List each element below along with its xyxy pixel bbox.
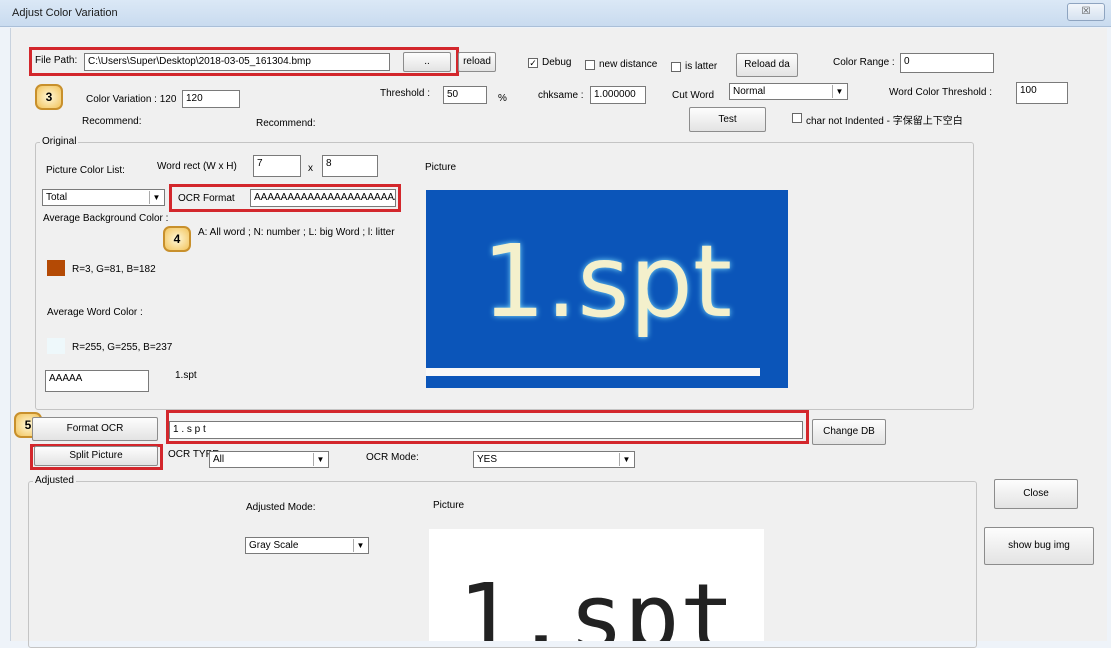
adjusted-picture-label: Picture [433,500,465,511]
avg-bg-color-label: Average Background Color : [43,213,169,224]
adjusted-mode-combo[interactable]: Gray Scale ▼ [245,537,369,554]
threshold-input[interactable]: 50 [443,86,487,104]
color-variation-label: Color Variation : 120 [86,94,177,105]
debug-checkbox[interactable]: ✓ [528,58,538,68]
word-color-threshold-input[interactable]: 100 [1016,82,1068,104]
split-picture-button[interactable]: Split Picture [34,446,158,466]
x-label: x [308,163,313,174]
result-text: 1.spt [175,370,197,381]
color-range-input[interactable]: 0 [900,53,994,73]
picture-color-list-combo[interactable]: Total ▼ [42,189,165,206]
window-close-icon[interactable]: ☒ [1067,3,1105,21]
bg-color-swatch [47,260,65,276]
is-latter-label: is latter [685,61,718,72]
word-rect-label: Word rect (W x H) [157,161,237,172]
original-picture-text: 1.spt [481,223,733,340]
bg-rgb-text: R=3, G=81, B=182 [72,264,156,275]
ocr-format-hint: A: All word ; N: number ; L: big Word ; … [198,227,395,238]
recommend-label-1: Recommend: [82,116,142,127]
total-value: Total [46,192,68,203]
format-ocr-button[interactable]: Format OCR [32,417,158,441]
word-rect-w-input[interactable]: 7 [253,155,301,177]
new-distance-checkbox[interactable] [585,60,595,70]
word-rect-h-input[interactable]: 8 [322,155,378,177]
word-color-swatch [47,338,65,354]
reload-button[interactable]: reload [458,52,496,72]
close-button[interactable]: Close [994,479,1078,509]
cut-word-combo[interactable]: Normal ▼ [729,83,848,100]
picture-color-list-label: Picture Color List: [46,165,125,176]
is-latter-checkbox[interactable] [671,62,681,72]
char-not-indented-label: char not Indented - 字保留上下空白 [806,116,963,127]
badge-4: 4 [163,226,191,252]
color-variation-input[interactable]: 120 [182,90,240,108]
ocr-mode-value: YES [477,454,498,465]
avg-word-color-label: Average Word Color : [47,307,143,318]
aaaaa-input[interactable]: AAAAA [45,370,149,392]
debug-label: Debug [542,57,572,68]
original-group-label: Original [40,136,79,147]
cut-word-label: Cut Word [672,90,715,101]
color-range-label: Color Range : [833,57,895,68]
ocr-mode-label: OCR Mode: [366,452,419,463]
chevron-down-icon[interactable]: ▼ [313,453,327,466]
threshold-label: Threshold : [380,88,431,99]
ocr-type-combo[interactable]: All ▼ [209,451,329,468]
word-color-threshold-label: Word Color Threshold : [889,87,993,98]
adjusted-group-label: Adjusted [33,475,76,486]
ocr-format-input[interactable]: AAAAAAAAAAAAAAAAAAAAAA [250,189,396,207]
ocr-result-input[interactable]: 1 . s p t [169,421,803,439]
window-title: Adjust Color Variation [12,7,118,19]
percent-label: % [498,93,507,104]
adjusted-mode-label: Adjusted Mode: [246,502,316,513]
test-button[interactable]: Test [689,107,766,132]
new-distance-label: new distance [599,59,658,70]
adjusted-mode-value: Gray Scale [249,540,299,551]
original-picture-label: Picture [425,162,457,173]
cut-word-value: Normal [733,86,766,97]
show-bug-img-button[interactable]: show bug img [984,527,1094,565]
recommend-label-2: Recommend: [256,118,316,129]
change-db-button[interactable]: Change DB [812,419,886,445]
adjusted-picture: 1.spt [429,529,764,641]
highlight-file-path [29,47,459,76]
chksame-label: chksame : [538,90,584,101]
ocr-mode-combo[interactable]: YES ▼ [473,451,635,468]
char-not-indented-checkbox[interactable] [792,113,802,123]
reload-da-button[interactable]: Reload da [736,53,798,77]
chevron-down-icon[interactable]: ▼ [619,453,633,466]
word-rgb-text: R=255, G=255, B=237 [72,342,173,353]
chevron-down-icon[interactable]: ▼ [832,85,846,98]
ocr-format-label: OCR Format [178,193,235,204]
original-picture: 1.spt [426,190,788,388]
ocr-type-value: All [213,454,225,465]
adjusted-picture-text: 1.spt [458,564,735,641]
chksame-input[interactable]: 1.000000 [590,86,646,104]
chevron-down-icon[interactable]: ▼ [149,191,163,204]
badge-3: 3 [35,84,63,110]
original-picture-bar [426,368,760,376]
chevron-down-icon[interactable]: ▼ [353,539,367,552]
title-bar [0,0,1111,27]
